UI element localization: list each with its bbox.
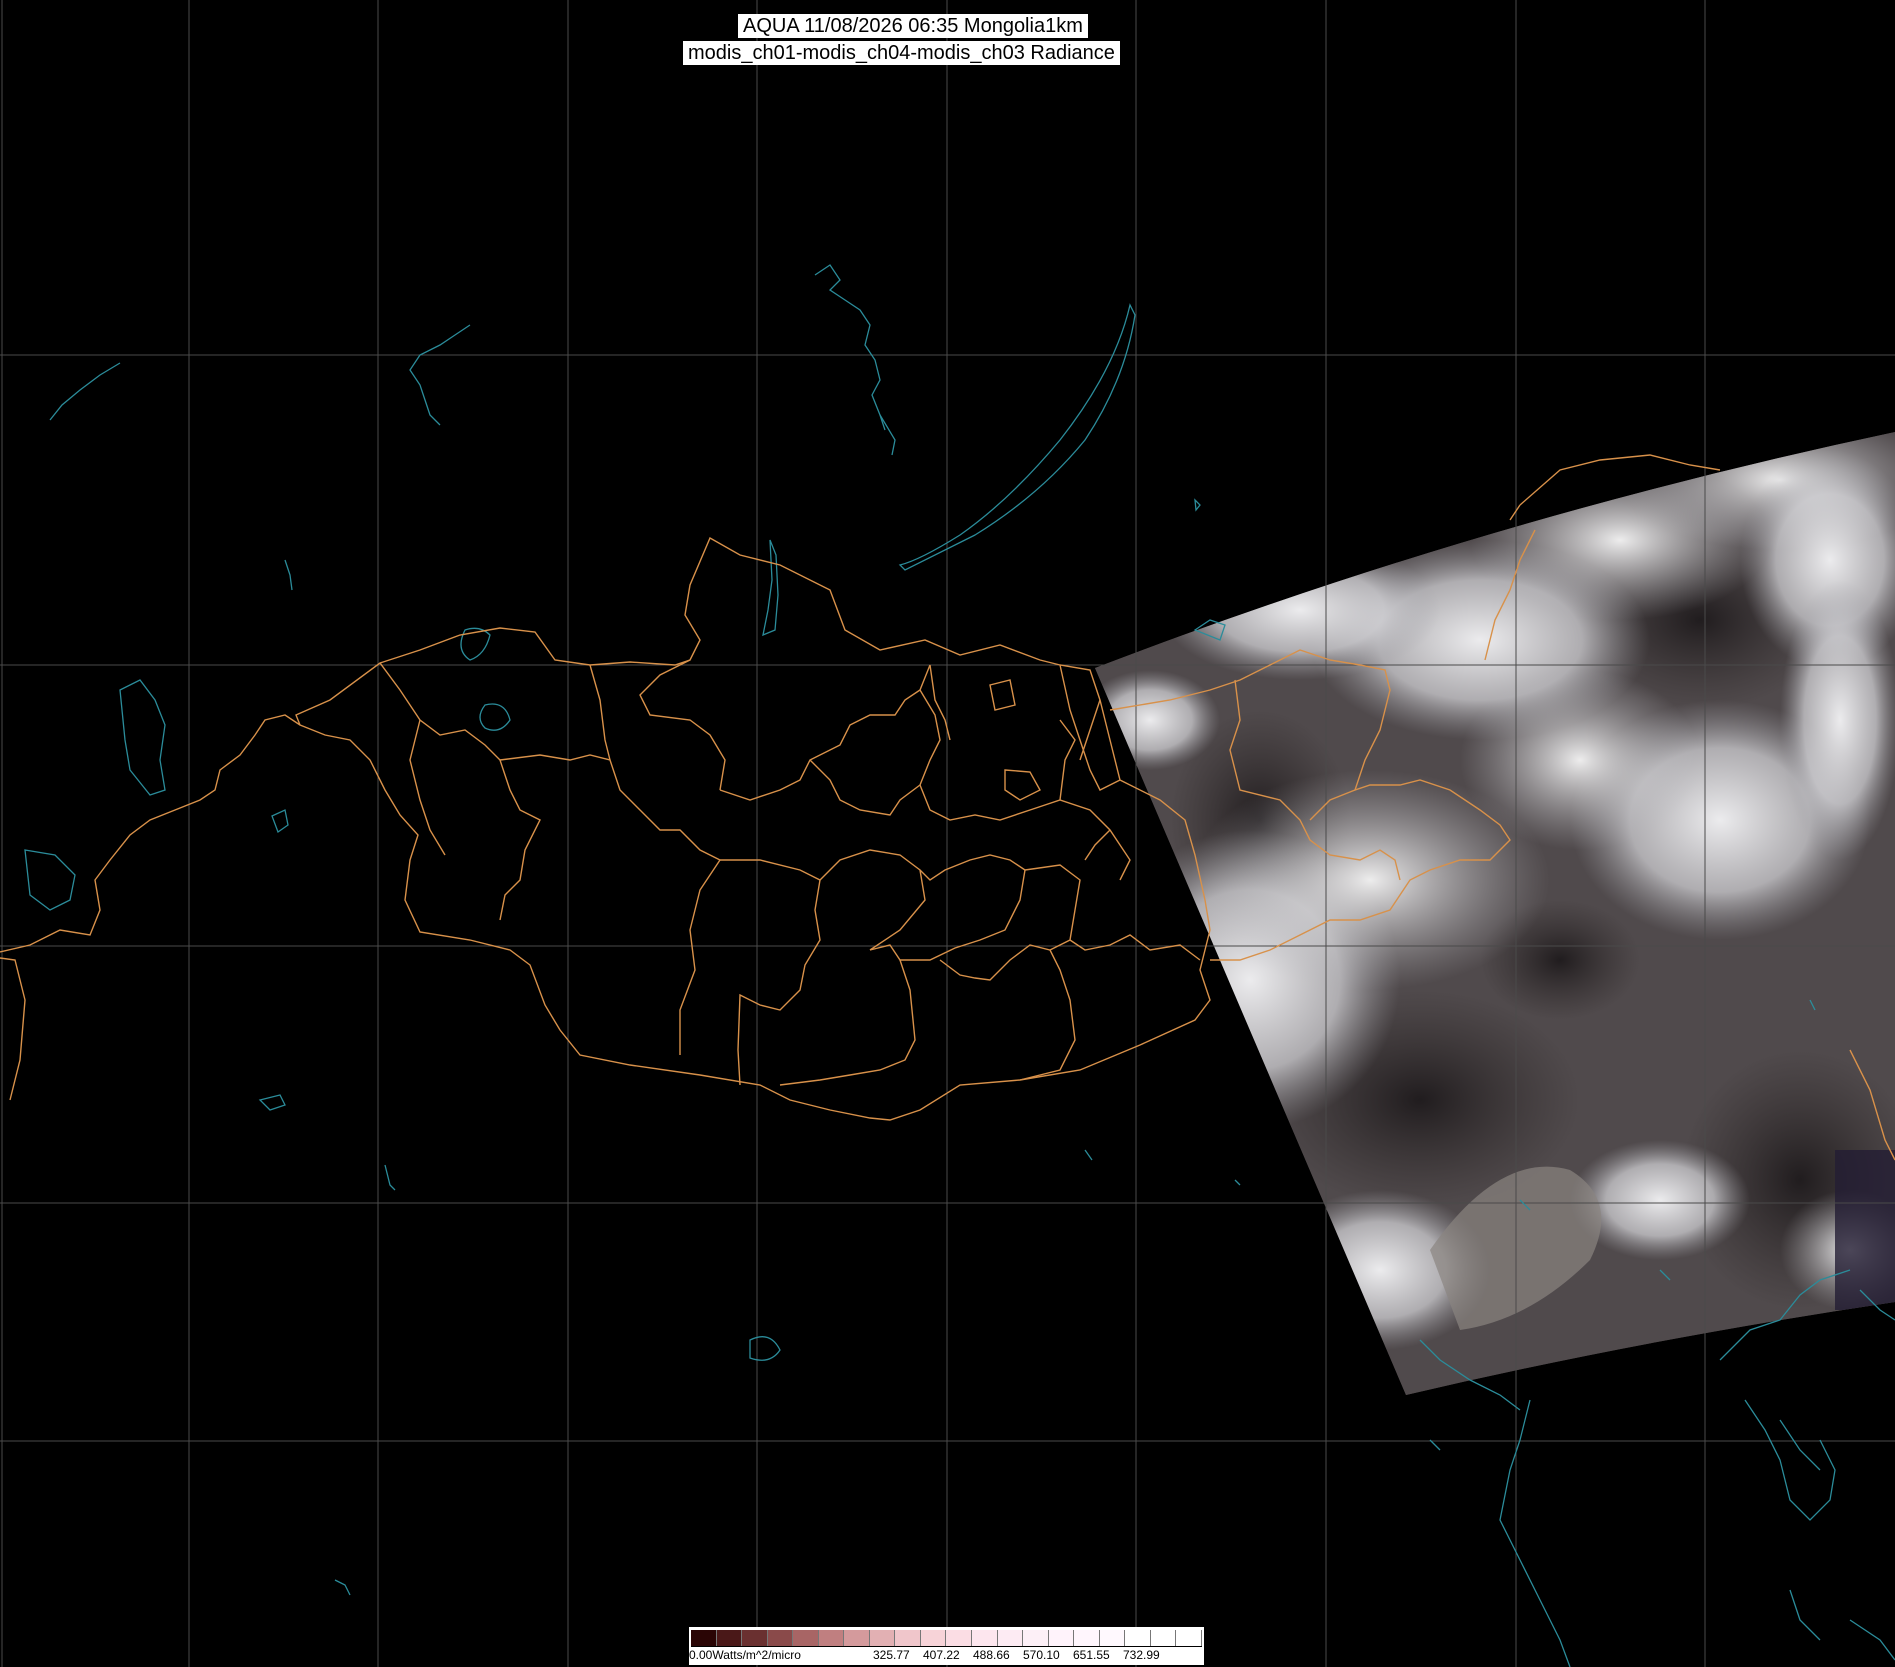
legend-swatch — [844, 1630, 870, 1646]
satellite-map — [0, 0, 1895, 1667]
legend-swatch — [895, 1630, 921, 1646]
legend-swatch — [1125, 1630, 1151, 1646]
legend-colorbar — [691, 1630, 1202, 1647]
legend-swatch — [716, 1630, 743, 1646]
legend-swatch — [767, 1630, 794, 1646]
legend-tick-label: 651.55 — [1073, 1648, 1110, 1662]
legend-unit-label: 0.00Watts/m^2/micro — [689, 1648, 801, 1662]
legend-swatch — [869, 1630, 896, 1646]
legend-tick-label: 570.10 — [1023, 1648, 1060, 1662]
legend-swatch — [946, 1630, 973, 1646]
legend-tick-label: 732.99 — [1123, 1648, 1160, 1662]
map-subtitle: modis_ch01-modis_ch04-modis_ch03 Radianc… — [683, 41, 1120, 65]
legend-swatch — [1023, 1630, 1049, 1646]
legend-swatch — [1099, 1630, 1126, 1646]
map-title: AQUA 11/08/2026 06:35 Mongolia1km — [738, 14, 1088, 38]
legend-swatch — [742, 1630, 768, 1646]
legend-swatch — [972, 1630, 998, 1646]
legend-swatch — [1048, 1630, 1075, 1646]
legend-swatch — [997, 1630, 1024, 1646]
legend-tick-label: 407.22 — [923, 1648, 960, 1662]
legend-swatch — [1074, 1630, 1100, 1646]
legend-swatch — [818, 1630, 845, 1646]
legend-swatch — [793, 1630, 819, 1646]
color-legend: 0.00Watts/m^2/micro 325.77 407.22 488.66… — [689, 1627, 1204, 1665]
legend-swatch — [1176, 1630, 1202, 1646]
legend-swatch — [1150, 1630, 1177, 1646]
legend-swatch — [920, 1630, 947, 1646]
legend-tick-label: 488.66 — [973, 1648, 1010, 1662]
legend-labels: 0.00Watts/m^2/micro 325.77 407.22 488.66… — [689, 1647, 1204, 1665]
legend-tick-label: 325.77 — [873, 1648, 910, 1662]
legend-swatch — [691, 1630, 717, 1646]
